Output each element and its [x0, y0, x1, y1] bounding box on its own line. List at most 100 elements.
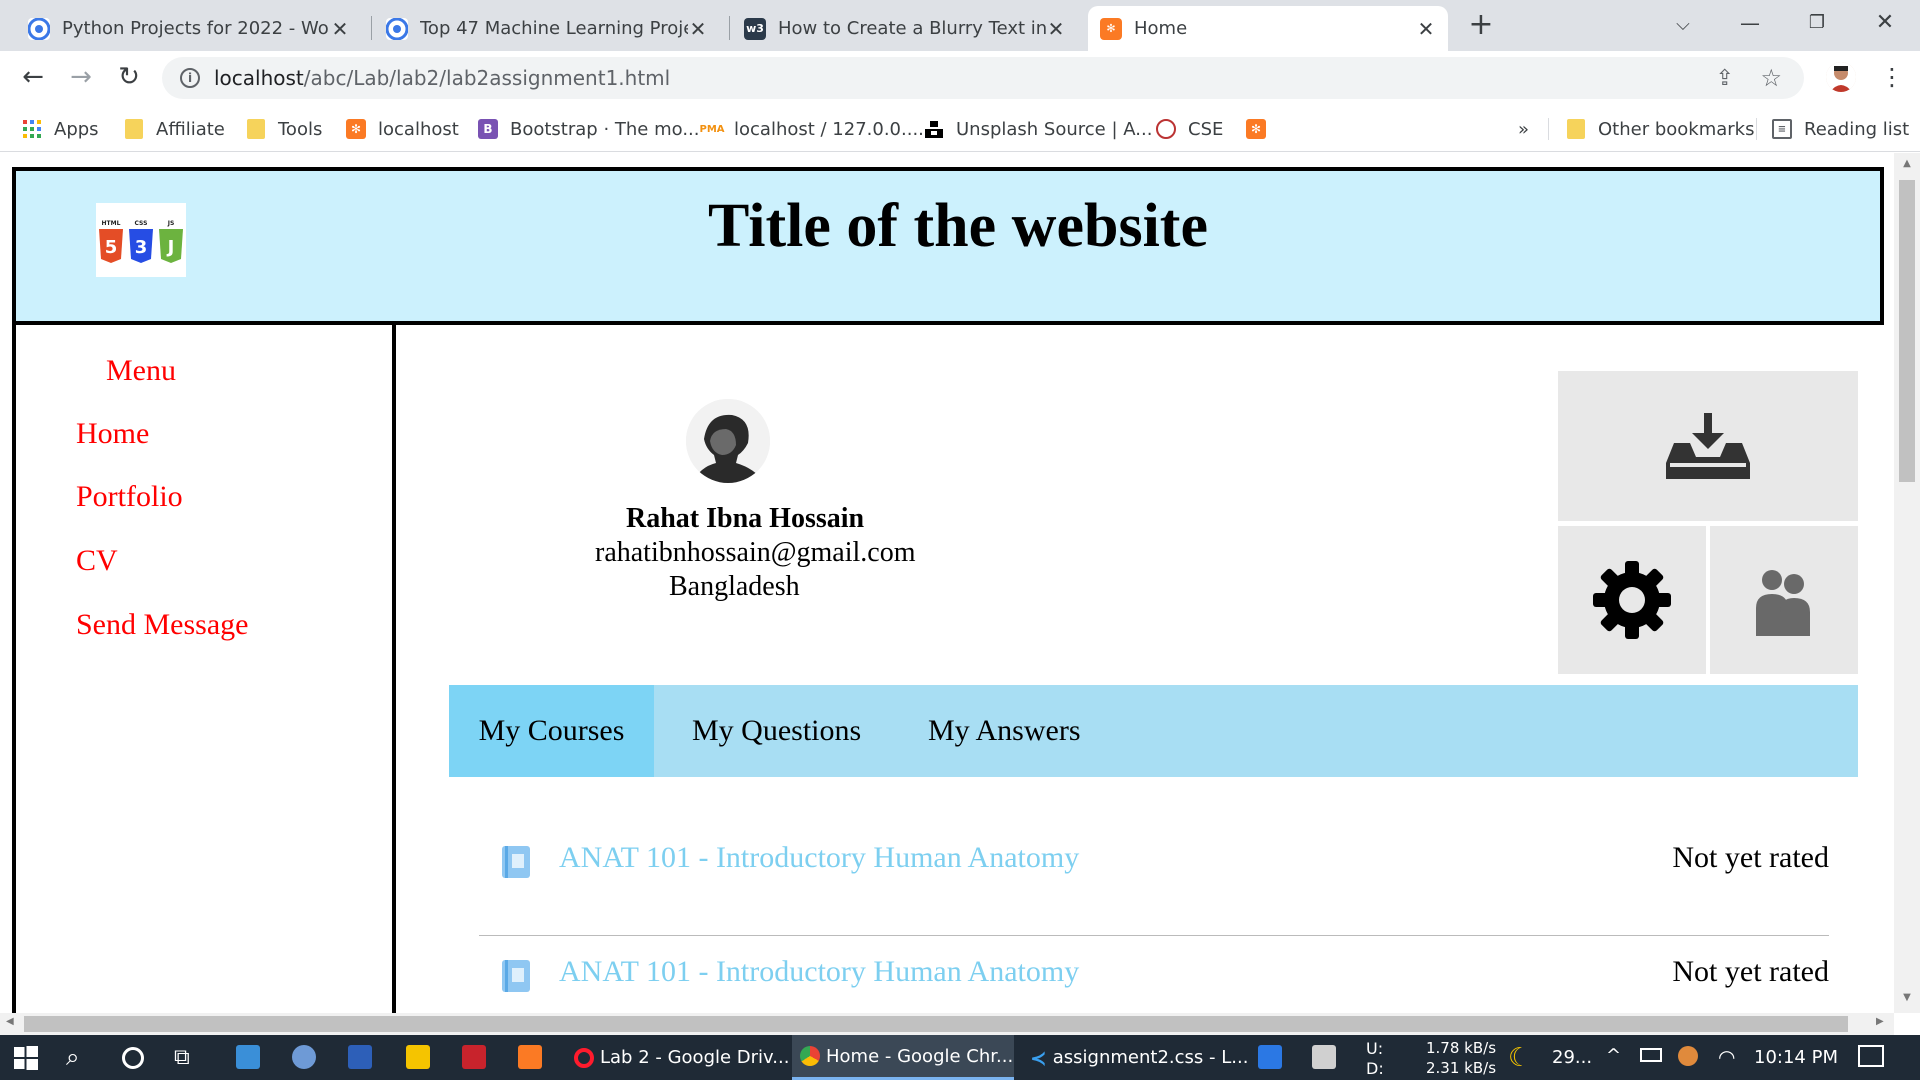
browser-tab[interactable]: w3 How to Create a Blurry Text in CS ✕ — [732, 6, 1078, 51]
bookmark-tools[interactable]: Tools — [246, 106, 322, 152]
phpmyadmin-icon: PMA — [699, 123, 725, 135]
scroll-up-icon[interactable]: ▲ — [1899, 158, 1915, 172]
window-close-icon[interactable]: ✕ — [1870, 8, 1900, 38]
restore-icon[interactable]: ❐ — [1802, 8, 1832, 38]
bookmark-label: localhost — [378, 118, 459, 140]
bookmark-affiliate[interactable]: Affiliate — [124, 106, 225, 152]
tab-my-questions[interactable]: My Questions — [692, 685, 861, 777]
scroll-left-icon[interactable]: ◀ — [6, 1016, 20, 1032]
reload-icon[interactable]: ↻ — [114, 62, 144, 92]
cse-logo-icon — [1156, 119, 1176, 139]
bookmark-other[interactable]: Other bookmarks — [1566, 106, 1754, 152]
back-arrow-icon[interactable]: ← — [18, 62, 48, 92]
tab-my-answers[interactable]: My Answers — [928, 685, 1081, 777]
browser-tab[interactable]: Top 47 Machine Learning Project ✕ — [374, 6, 720, 51]
weather-moon-icon[interactable]: ☾ — [1508, 1043, 1531, 1073]
sticky-notes-icon[interactable] — [406, 1045, 430, 1069]
tab-title: How to Create a Blurry Text in CS — [778, 18, 1046, 39]
settings-tile[interactable] — [1558, 526, 1706, 674]
menu-item-cv[interactable]: CV — [76, 544, 118, 578]
vertical-scrollbar-thumb[interactable] — [1899, 180, 1915, 482]
bookmark-label: Bootstrap · The mo... — [510, 118, 700, 140]
bookmark-xampp[interactable]: ✻ — [1246, 106, 1278, 152]
taskbar-app-chrome[interactable]: Home - Google Chr... — [792, 1035, 1014, 1080]
bookmark-localhost[interactable]: ✻ localhost — [346, 106, 459, 152]
unsplash-icon — [924, 119, 944, 139]
reading-list-button[interactable]: ≡ Reading list — [1772, 106, 1909, 152]
taskbar-app-label: Lab 2 - Google Driv... — [600, 1047, 790, 1068]
windows-start-icon[interactable] — [14, 1046, 38, 1070]
info-icon[interactable]: i — [180, 68, 200, 88]
bookmark-bootstrap[interactable]: B Bootstrap · The mo... — [478, 106, 699, 152]
users-tile[interactable] — [1710, 526, 1858, 674]
download-manager-icon[interactable] — [462, 1045, 486, 1069]
bookmark-cse[interactable]: CSE — [1156, 106, 1223, 152]
taskbar-app-label: assignment2.css - L... — [1052, 1047, 1249, 1068]
profile-country: Bangladesh — [669, 571, 800, 602]
bookmark-label: Affiliate — [156, 118, 225, 140]
browser-tab-bar: Python Projects for 2022 - Work ✕ Top 47… — [0, 0, 1920, 51]
horizontal-scrollbar-thumb[interactable] — [24, 1016, 1848, 1032]
close-icon[interactable]: ✕ — [688, 17, 708, 41]
users-icon — [1756, 570, 1810, 636]
scroll-down-icon[interactable]: ▼ — [1899, 992, 1915, 1006]
tray-app-icon[interactable] — [1258, 1045, 1282, 1069]
bookmark-apps[interactable]: Apps — [22, 106, 99, 152]
chevron-up-icon[interactable]: ^ — [1606, 1045, 1621, 1066]
task-view-icon[interactable]: ⧉ — [174, 1045, 200, 1071]
network-app-icon[interactable] — [292, 1045, 316, 1069]
book-icon — [502, 846, 530, 878]
minimize-icon[interactable]: — — [1735, 8, 1765, 38]
close-icon[interactable]: ✕ — [1416, 17, 1436, 41]
course-link[interactable]: ANAT 101 - Introductory Human Anatomy — [559, 955, 1079, 989]
menu-heading: Menu — [106, 354, 176, 387]
battery-icon[interactable] — [1640, 1048, 1662, 1062]
menu-kebab-icon[interactable]: ⋮ — [1880, 62, 1904, 92]
download-tile[interactable] — [1558, 371, 1858, 521]
bookmark-label: Tools — [278, 118, 323, 140]
site-favicon-icon — [28, 17, 50, 40]
notification-icon[interactable] — [1858, 1045, 1884, 1067]
address-bar[interactable]: i localhost/abc/Lab/lab2/lab2assignment1… — [162, 57, 1804, 99]
opera-icon — [574, 1047, 594, 1068]
browser-tab-active[interactable]: ✻ Home ✕ — [1088, 6, 1448, 51]
file-manager-icon[interactable] — [236, 1045, 260, 1069]
course-link[interactable]: ANAT 101 - Introductory Human Anatomy — [559, 841, 1079, 875]
bookmarks-overflow-button[interactable]: » — [1518, 106, 1529, 152]
cortana-icon[interactable] — [122, 1047, 144, 1069]
tray-app-icon[interactable] — [1312, 1045, 1336, 1069]
overflow-chevron-icon: » — [1518, 118, 1530, 140]
taskbar-app-vscode[interactable]: ≺ assignment2.css - L... — [1022, 1035, 1248, 1080]
powershell-icon[interactable] — [348, 1045, 372, 1069]
bookmark-unsplash[interactable]: Unsplash Source | A... — [924, 106, 1152, 152]
color-picker-icon[interactable] — [1678, 1046, 1698, 1066]
browser-tab[interactable]: Python Projects for 2022 - Work ✕ — [16, 6, 362, 51]
bookmark-label: Unsplash Source | A... — [956, 118, 1153, 140]
tab-my-courses[interactable]: My Courses — [449, 685, 654, 777]
menu-item-home[interactable]: Home — [76, 417, 149, 451]
bookmark-label: CSE — [1188, 118, 1224, 140]
tab-title: Home — [1134, 18, 1188, 39]
xampp-icon[interactable] — [518, 1045, 542, 1069]
sidebar-menu — [12, 323, 396, 1013]
list-item: ANAT 101 - Introductory Human Anatomy No… — [479, 955, 1829, 1013]
profile-name: Rahat Ibna Hossain — [626, 503, 865, 534]
wifi-icon[interactable]: ◠ — [1718, 1045, 1735, 1069]
star-icon[interactable]: ☆ — [1760, 64, 1782, 92]
menu-item-send-message[interactable]: Send Message — [76, 608, 248, 642]
bookmark-phpmyadmin[interactable]: PMA localhost / 127.0.0.... — [699, 106, 923, 152]
close-icon[interactable]: ✕ — [1046, 17, 1066, 41]
chevron-down-icon[interactable]: ⌵ — [1668, 10, 1698, 40]
close-icon[interactable]: ✕ — [330, 17, 350, 41]
search-icon[interactable]: ⌕ — [66, 1043, 96, 1073]
w3schools-icon: w3 — [744, 17, 766, 40]
new-tab-icon[interactable]: + — [1466, 10, 1496, 40]
menu-item-portfolio[interactable]: Portfolio — [76, 480, 183, 514]
share-icon[interactable]: ⇪ — [1716, 66, 1734, 91]
net-down-label: D: — [1366, 1059, 1384, 1078]
profile-avatar[interactable] — [1826, 62, 1856, 92]
forward-arrow-icon[interactable]: → — [66, 62, 96, 92]
scroll-right-icon[interactable]: ▶ — [1876, 1016, 1890, 1032]
site-header: HTML CSS JS 5 3 J Title of the website — [12, 167, 1884, 325]
clock-time[interactable]: 10:14 PM — [1754, 1047, 1838, 1068]
